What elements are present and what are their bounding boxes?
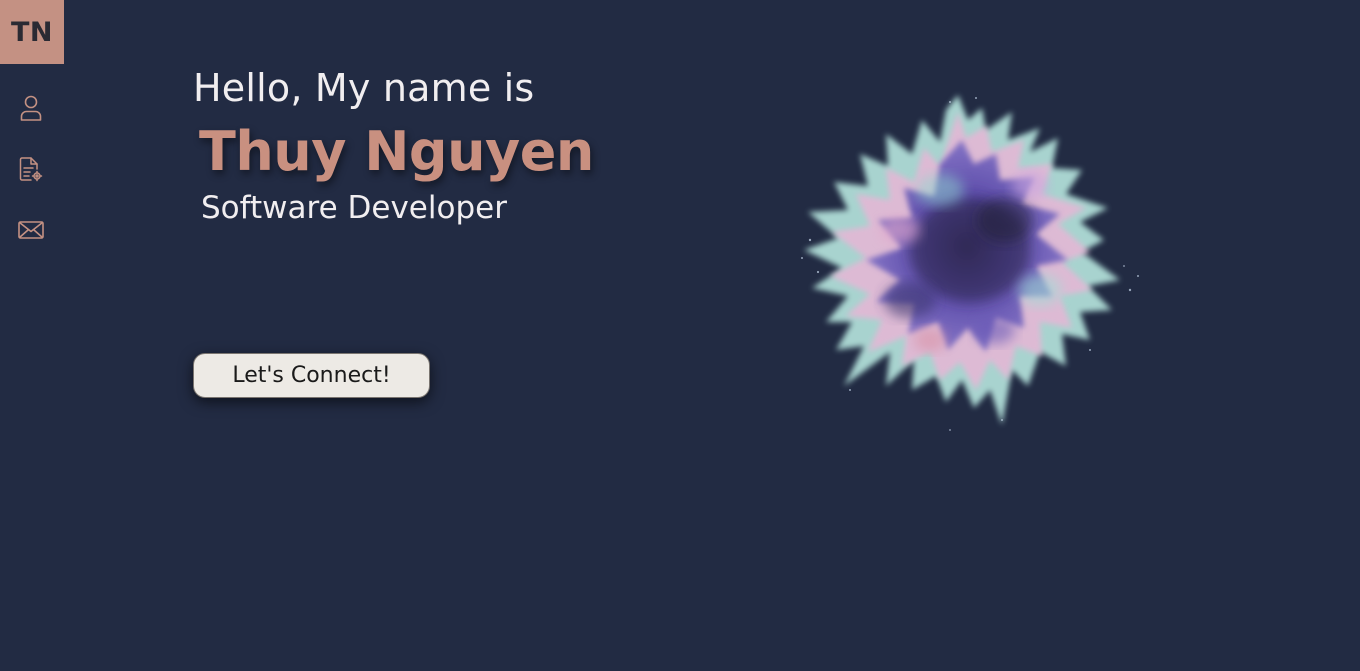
role-subtitle: Software Developer	[201, 190, 507, 226]
page-title: Thuy Nguyen	[199, 120, 594, 183]
page: TN Hello, My name is Thuy Nguyen Softwar…	[0, 0, 1360, 671]
lets-connect-button[interactable]: Let's Connect!	[193, 353, 430, 398]
sidebar-item-contact[interactable]	[17, 216, 45, 244]
resume-icon	[19, 157, 43, 182]
sidebar-item-resume[interactable]	[17, 156, 45, 184]
greeting-text: Hello, My name is	[193, 66, 535, 110]
logo[interactable]: TN	[0, 0, 64, 64]
user-icon	[20, 95, 42, 121]
mail-icon	[18, 221, 44, 239]
sidebar: TN	[0, 0, 64, 671]
color-splash-image	[801, 95, 1139, 431]
sidebar-item-about[interactable]	[17, 94, 45, 122]
logo-text: TN	[10, 16, 53, 48]
